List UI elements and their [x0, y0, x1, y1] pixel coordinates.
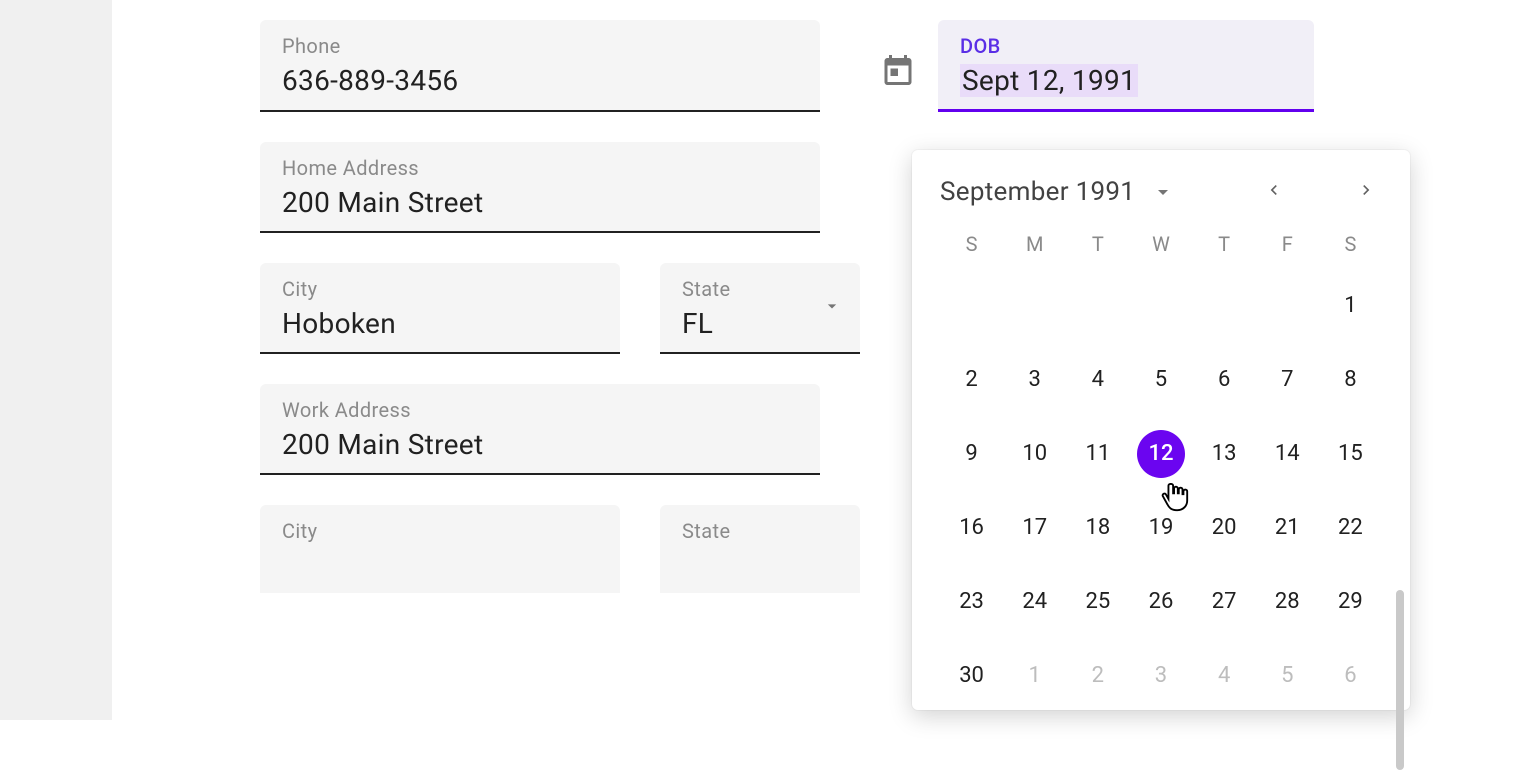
- calendar-day[interactable]: 5: [1137, 356, 1185, 404]
- calendar-day-next-month[interactable]: 4: [1200, 652, 1248, 700]
- state-value: FL: [682, 307, 838, 340]
- calendar-day[interactable]: 20: [1200, 504, 1248, 552]
- calendar-day[interactable]: 6: [1200, 356, 1248, 404]
- calendar-day[interactable]: 7: [1263, 356, 1311, 404]
- city-label: City: [282, 277, 598, 301]
- calendar-dow: S: [940, 232, 1003, 256]
- calendar-day-next-month[interactable]: 1: [1011, 652, 1059, 700]
- calendar-prev-button[interactable]: [1258, 174, 1290, 210]
- work-address-label: Work Address: [282, 398, 798, 422]
- calendar-day[interactable]: 26: [1137, 578, 1185, 626]
- calendar-day[interactable]: 10: [1011, 430, 1059, 478]
- calendar-month-selector[interactable]: September 1991: [940, 177, 1258, 207]
- calendar-icon: [880, 52, 916, 88]
- calendar-popup: September 1991 SMTWTFS123456789101112131…: [912, 150, 1410, 710]
- calendar-day[interactable]: 15: [1326, 430, 1374, 478]
- calendar-dow: S: [1319, 232, 1382, 256]
- calendar-day[interactable]: 4: [1074, 356, 1122, 404]
- home-address-field[interactable]: Home Address 200 Main Street: [260, 142, 820, 233]
- state-field-2[interactable]: State: [660, 505, 860, 593]
- calendar-day[interactable]: 8: [1326, 356, 1374, 404]
- state-dropdown-icon[interactable]: [822, 296, 842, 320]
- calendar-title: September 1991: [940, 177, 1135, 207]
- sidebar-strip: [0, 0, 112, 720]
- phone-field[interactable]: Phone 636-889-3456: [260, 20, 820, 112]
- calendar-day[interactable]: 18: [1074, 504, 1122, 552]
- home-address-label: Home Address: [282, 156, 798, 180]
- city-field[interactable]: City Hoboken: [260, 263, 620, 354]
- state-label-2: State: [682, 519, 838, 543]
- calendar-nav: [1258, 174, 1382, 210]
- calendar-dow: W: [1129, 232, 1192, 256]
- calendar-day[interactable]: 13: [1200, 430, 1248, 478]
- work-address-field[interactable]: Work Address 200 Main Street: [260, 384, 820, 475]
- calendar-day[interactable]: 9: [948, 430, 996, 478]
- calendar-day[interactable]: 14: [1263, 430, 1311, 478]
- calendar-day[interactable]: 12: [1137, 430, 1185, 478]
- location-icon-cell: [120, 142, 220, 218]
- calendar-day[interactable]: 27: [1200, 578, 1248, 626]
- calendar-day[interactable]: 16: [948, 504, 996, 552]
- calendar-icon-cell: [880, 20, 916, 92]
- calendar-scrollbar[interactable]: [1396, 590, 1404, 770]
- calendar-day[interactable]: 3: [1011, 356, 1059, 404]
- dob-value: Sept 12, 1991: [960, 64, 1138, 97]
- calendar-dow: T: [1193, 232, 1256, 256]
- calendar-day[interactable]: 23: [948, 578, 996, 626]
- calendar-day[interactable]: 2: [948, 356, 996, 404]
- city-label-2: City: [282, 519, 598, 543]
- calendar-day[interactable]: 22: [1326, 504, 1374, 552]
- state-field[interactable]: State FL: [660, 263, 860, 354]
- phone-value: 636-889-3456: [282, 64, 798, 97]
- row-phone-dob: Phone 636-889-3456 DOB Sept 12, 1991: [120, 20, 1520, 112]
- calendar-dow: M: [1003, 232, 1066, 256]
- city-field-2[interactable]: City: [260, 505, 620, 593]
- calendar-day[interactable]: 1: [1326, 282, 1374, 330]
- calendar-day[interactable]: 25: [1074, 578, 1122, 626]
- dob-label: DOB: [960, 34, 1292, 58]
- home-address-value: 200 Main Street: [282, 186, 798, 219]
- calendar-day[interactable]: 28: [1263, 578, 1311, 626]
- calendar-grid: SMTWTFS123456789101112131415161718192021…: [940, 232, 1382, 700]
- calendar-next-button[interactable]: [1350, 174, 1382, 210]
- phone-icon-cell: [120, 20, 220, 96]
- phone-label: Phone: [282, 34, 798, 58]
- calendar-dropdown-icon: [1151, 180, 1175, 204]
- state-label: State: [682, 277, 838, 301]
- calendar-day[interactable]: 19: [1137, 504, 1185, 552]
- briefcase-icon-cell: [120, 384, 220, 460]
- dob-field[interactable]: DOB Sept 12, 1991: [938, 20, 1314, 112]
- calendar-day-next-month[interactable]: 5: [1263, 652, 1311, 700]
- calendar-day[interactable]: 30: [948, 652, 996, 700]
- sidebar-divider: [112, 0, 120, 720]
- calendar-header: September 1991: [940, 174, 1382, 210]
- calendar-dow: T: [1066, 232, 1129, 256]
- calendar-day[interactable]: 24: [1011, 578, 1059, 626]
- calendar-day[interactable]: 21: [1263, 504, 1311, 552]
- calendar-day[interactable]: 11: [1074, 430, 1122, 478]
- work-address-value: 200 Main Street: [282, 428, 798, 461]
- calendar-day-next-month[interactable]: 6: [1326, 652, 1374, 700]
- calendar-day[interactable]: 29: [1326, 578, 1374, 626]
- calendar-day-next-month[interactable]: 2: [1074, 652, 1122, 700]
- calendar-dow: F: [1256, 232, 1319, 256]
- city-value: Hoboken: [282, 307, 598, 340]
- calendar-day[interactable]: 17: [1011, 504, 1059, 552]
- calendar-day-next-month[interactable]: 3: [1137, 652, 1185, 700]
